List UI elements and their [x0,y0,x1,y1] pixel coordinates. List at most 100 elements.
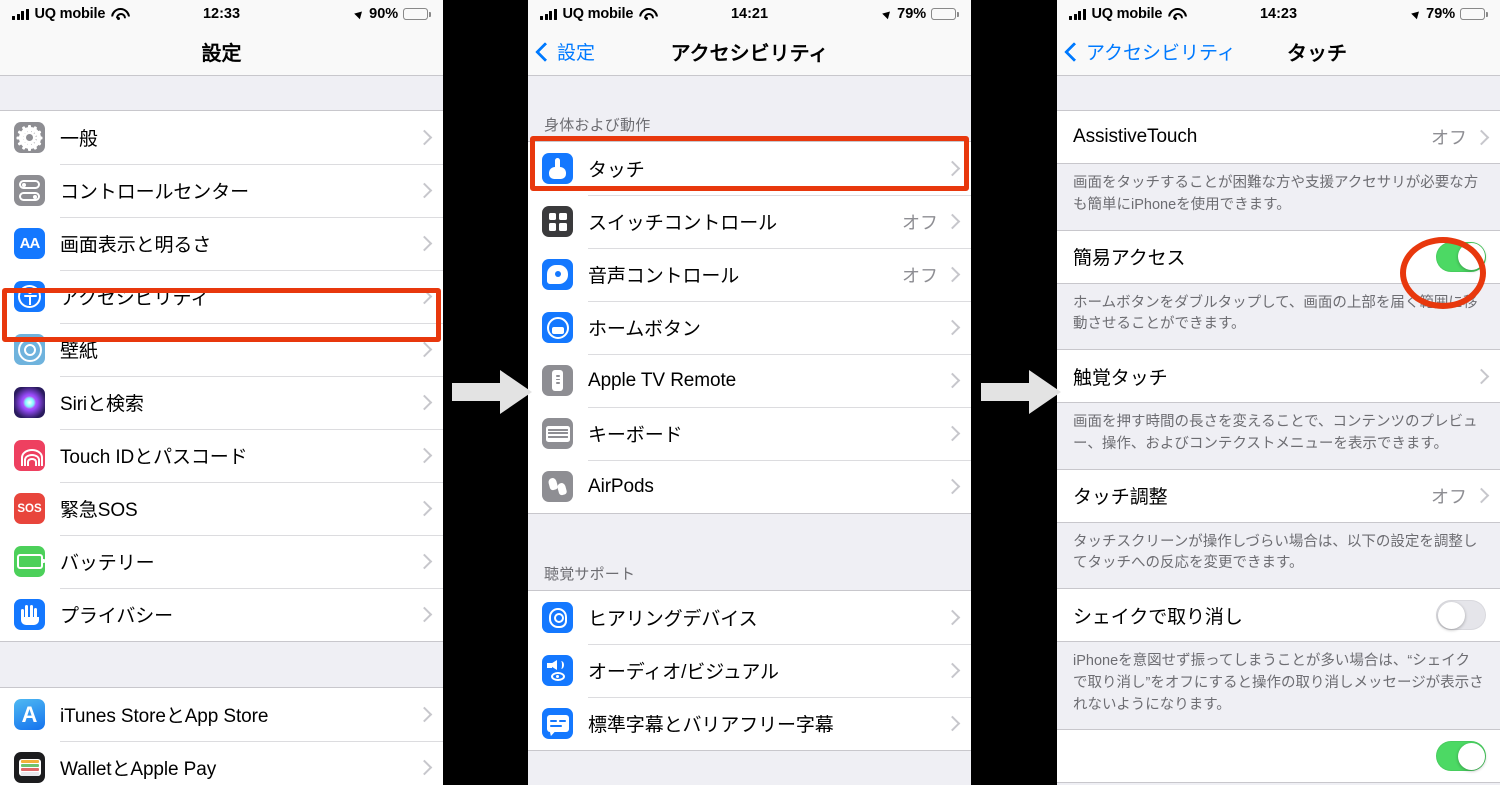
sos-icon: SOS [14,493,45,524]
row-label: プライバシー [60,606,174,627]
touch-row-shake-to-undo[interactable]: シェイクで取り消し [1057,589,1500,641]
footnote-reachability: ホームボタンをダブルタップして、画面の上部を届く範囲に移動させることができます。 [1057,283,1500,349]
row-label: タッチ調整 [1073,487,1168,508]
battery-icon [14,546,45,577]
apple-tv-remote-icon [542,365,573,396]
row-label: 緊急SOS [60,500,138,521]
chevron-right-icon [416,394,433,411]
touch-group-assistivetouch: AssistiveTouch オフ [1057,110,1500,164]
touch-row-reachability[interactable]: 簡易アクセス [1057,230,1500,283]
settings-group-2: A iTunes StoreとApp Store WalletとApple Pa… [0,687,443,785]
accessibility-row-keyboard[interactable]: キーボード [528,407,971,460]
accessibility-row-audio-visual[interactable]: オーディオ/ビジュアル [528,644,971,697]
accessibility-row-touch[interactable]: タッチ [528,142,971,195]
touch-icon [542,153,573,184]
back-button[interactable]: 設定 [535,38,596,65]
accessibility-row-apple-tv-remote[interactable]: Apple TV Remote [528,354,971,407]
settings-row-itunes-app-store[interactable]: A iTunes StoreとApp Store [0,688,443,741]
accessibility-row-switch-control[interactable]: スイッチコントロール オフ [528,195,971,248]
touch-row-assistivetouch[interactable]: AssistiveTouch オフ [1057,111,1500,163]
settings-row-accessibility[interactable]: アクセシビリティ [0,270,443,323]
touch-settings-list[interactable]: AssistiveTouch オフ 画面をタッチすることが困難な方や支援アクセサ… [1057,76,1500,785]
page-title: タッチ [1287,43,1347,65]
chevron-right-icon [416,235,433,252]
accessibility-row-home-button[interactable]: ホームボタン [528,301,971,354]
accessibility-row-voice-control[interactable]: 音声コントロール オフ [528,248,971,301]
touch-row-partial[interactable] [1057,730,1500,783]
settings-row-wallpaper[interactable]: 壁紙 [0,323,443,376]
switch-control-icon [542,206,573,237]
shake-to-undo-toggle[interactable] [1436,600,1486,630]
chevron-right-icon [944,662,961,679]
home-button-icon [542,312,573,343]
battery-icon [403,8,431,20]
chevron-right-icon [944,425,961,442]
touch-group-partial [1057,729,1500,784]
screenshot-stage: UQ mobile 12:33 90% 設定 一般 コントロールセンター AA … [0,0,1500,785]
footnote-assistivetouch: 画面をタッチすることが困難な方や支援アクセサリが必要な方も簡単にiPhoneを使… [1057,164,1500,230]
group-spacer [0,642,443,687]
nav-bar: 設定 アクセシビリティ [528,28,971,76]
list-top-spacer [528,76,971,110]
back-label: 設定 [557,43,596,64]
chevron-right-icon [416,341,433,358]
chevron-right-icon [1473,487,1490,504]
settings-row-control-center[interactable]: コントロールセンター [0,164,443,217]
reachability-toggle[interactable] [1436,241,1486,272]
touch-group-shake-to-undo: シェイクで取り消し [1057,588,1500,642]
row-label: iTunes StoreとApp Store [60,706,269,727]
accessibility-list[interactable]: 身体および動作 タッチ スイッチコントロール オフ 音声コントロール オフ ホー… [528,76,971,785]
row-value: オフ [1431,128,1467,148]
chevron-right-icon [1473,368,1490,384]
airpods-icon [542,471,573,502]
row-label: シェイクで取り消し [1073,606,1243,628]
settings-row-emergency-sos[interactable]: SOS 緊急SOS [0,482,443,535]
row-label: キーボード [588,425,683,446]
settings-row-touch-id[interactable]: Touch IDとパスコード [0,429,443,482]
location-arrow-icon [1411,8,1422,20]
touch-group-touch-accommodations: タッチ調整 オフ [1057,468,1500,523]
battery-icon [931,8,959,20]
accessibility-row-airpods[interactable]: AirPods [528,460,971,513]
row-label: 触覚タッチ [1073,367,1168,389]
settings-row-display-brightness[interactable]: AA 画面表示と明るさ [0,217,443,270]
accessibility-row-subtitles[interactable]: 標準字幕とバリアフリー字幕 [528,697,971,750]
accessibility-row-hearing-devices[interactable]: ヒアリングデバイス [528,591,971,644]
touch-row-haptic-touch[interactable]: 触覚タッチ [1057,350,1500,402]
battery-icon [1460,8,1488,20]
row-label: AssistiveTouch [1073,126,1198,147]
display-brightness-icon: AA [14,228,45,259]
chevron-right-icon [416,553,433,570]
settings-row-privacy[interactable]: プライバシー [0,588,443,641]
settings-row-siri-search[interactable]: Siriと検索 [0,376,443,429]
chevron-right-icon [416,182,433,199]
row-label: ホームボタン [588,319,701,340]
settings-row-battery[interactable]: バッテリー [0,535,443,588]
back-button[interactable]: アクセシビリティ [1064,38,1236,65]
footnote-shake-to-undo: iPhoneを意図せず振ってしまうことが多い場合は、“シェイクで取り消し”をオフ… [1057,642,1500,730]
settings-list[interactable]: 一般 コントロールセンター AA 画面表示と明るさ アクセシビリティ 壁紙 Si… [0,76,443,785]
signal-bars-icon [12,8,29,20]
carrier-label: UQ mobile [34,6,106,22]
chevron-right-icon [1473,129,1490,145]
partial-toggle[interactable] [1436,741,1486,772]
signal-bars-icon [540,8,557,20]
section-header-physical-motor: 身体および動作 [528,110,971,141]
wifi-icon [111,8,126,21]
gear-icon [14,122,45,153]
settings-row-wallet-apple-pay[interactable]: WalletとApple Pay [0,741,443,785]
chevron-right-icon [416,129,433,146]
touch-row-touch-accommodations[interactable]: タッチ調整 オフ [1057,469,1500,522]
settings-row-general[interactable]: 一般 [0,111,443,164]
row-label: タッチ [588,160,645,181]
keyboard-icon [542,418,573,449]
wifi-icon [639,8,654,21]
carrier-label: UQ mobile [562,6,634,22]
row-label: 標準字幕とバリアフリー字幕 [588,715,834,736]
list-top-spacer [0,76,443,110]
chevron-right-icon [944,213,961,230]
accessibility-icon [14,281,45,312]
row-label: Touch IDとパスコード [60,447,248,468]
touch-id-icon [14,440,45,471]
app-store-icon: A [14,699,45,730]
